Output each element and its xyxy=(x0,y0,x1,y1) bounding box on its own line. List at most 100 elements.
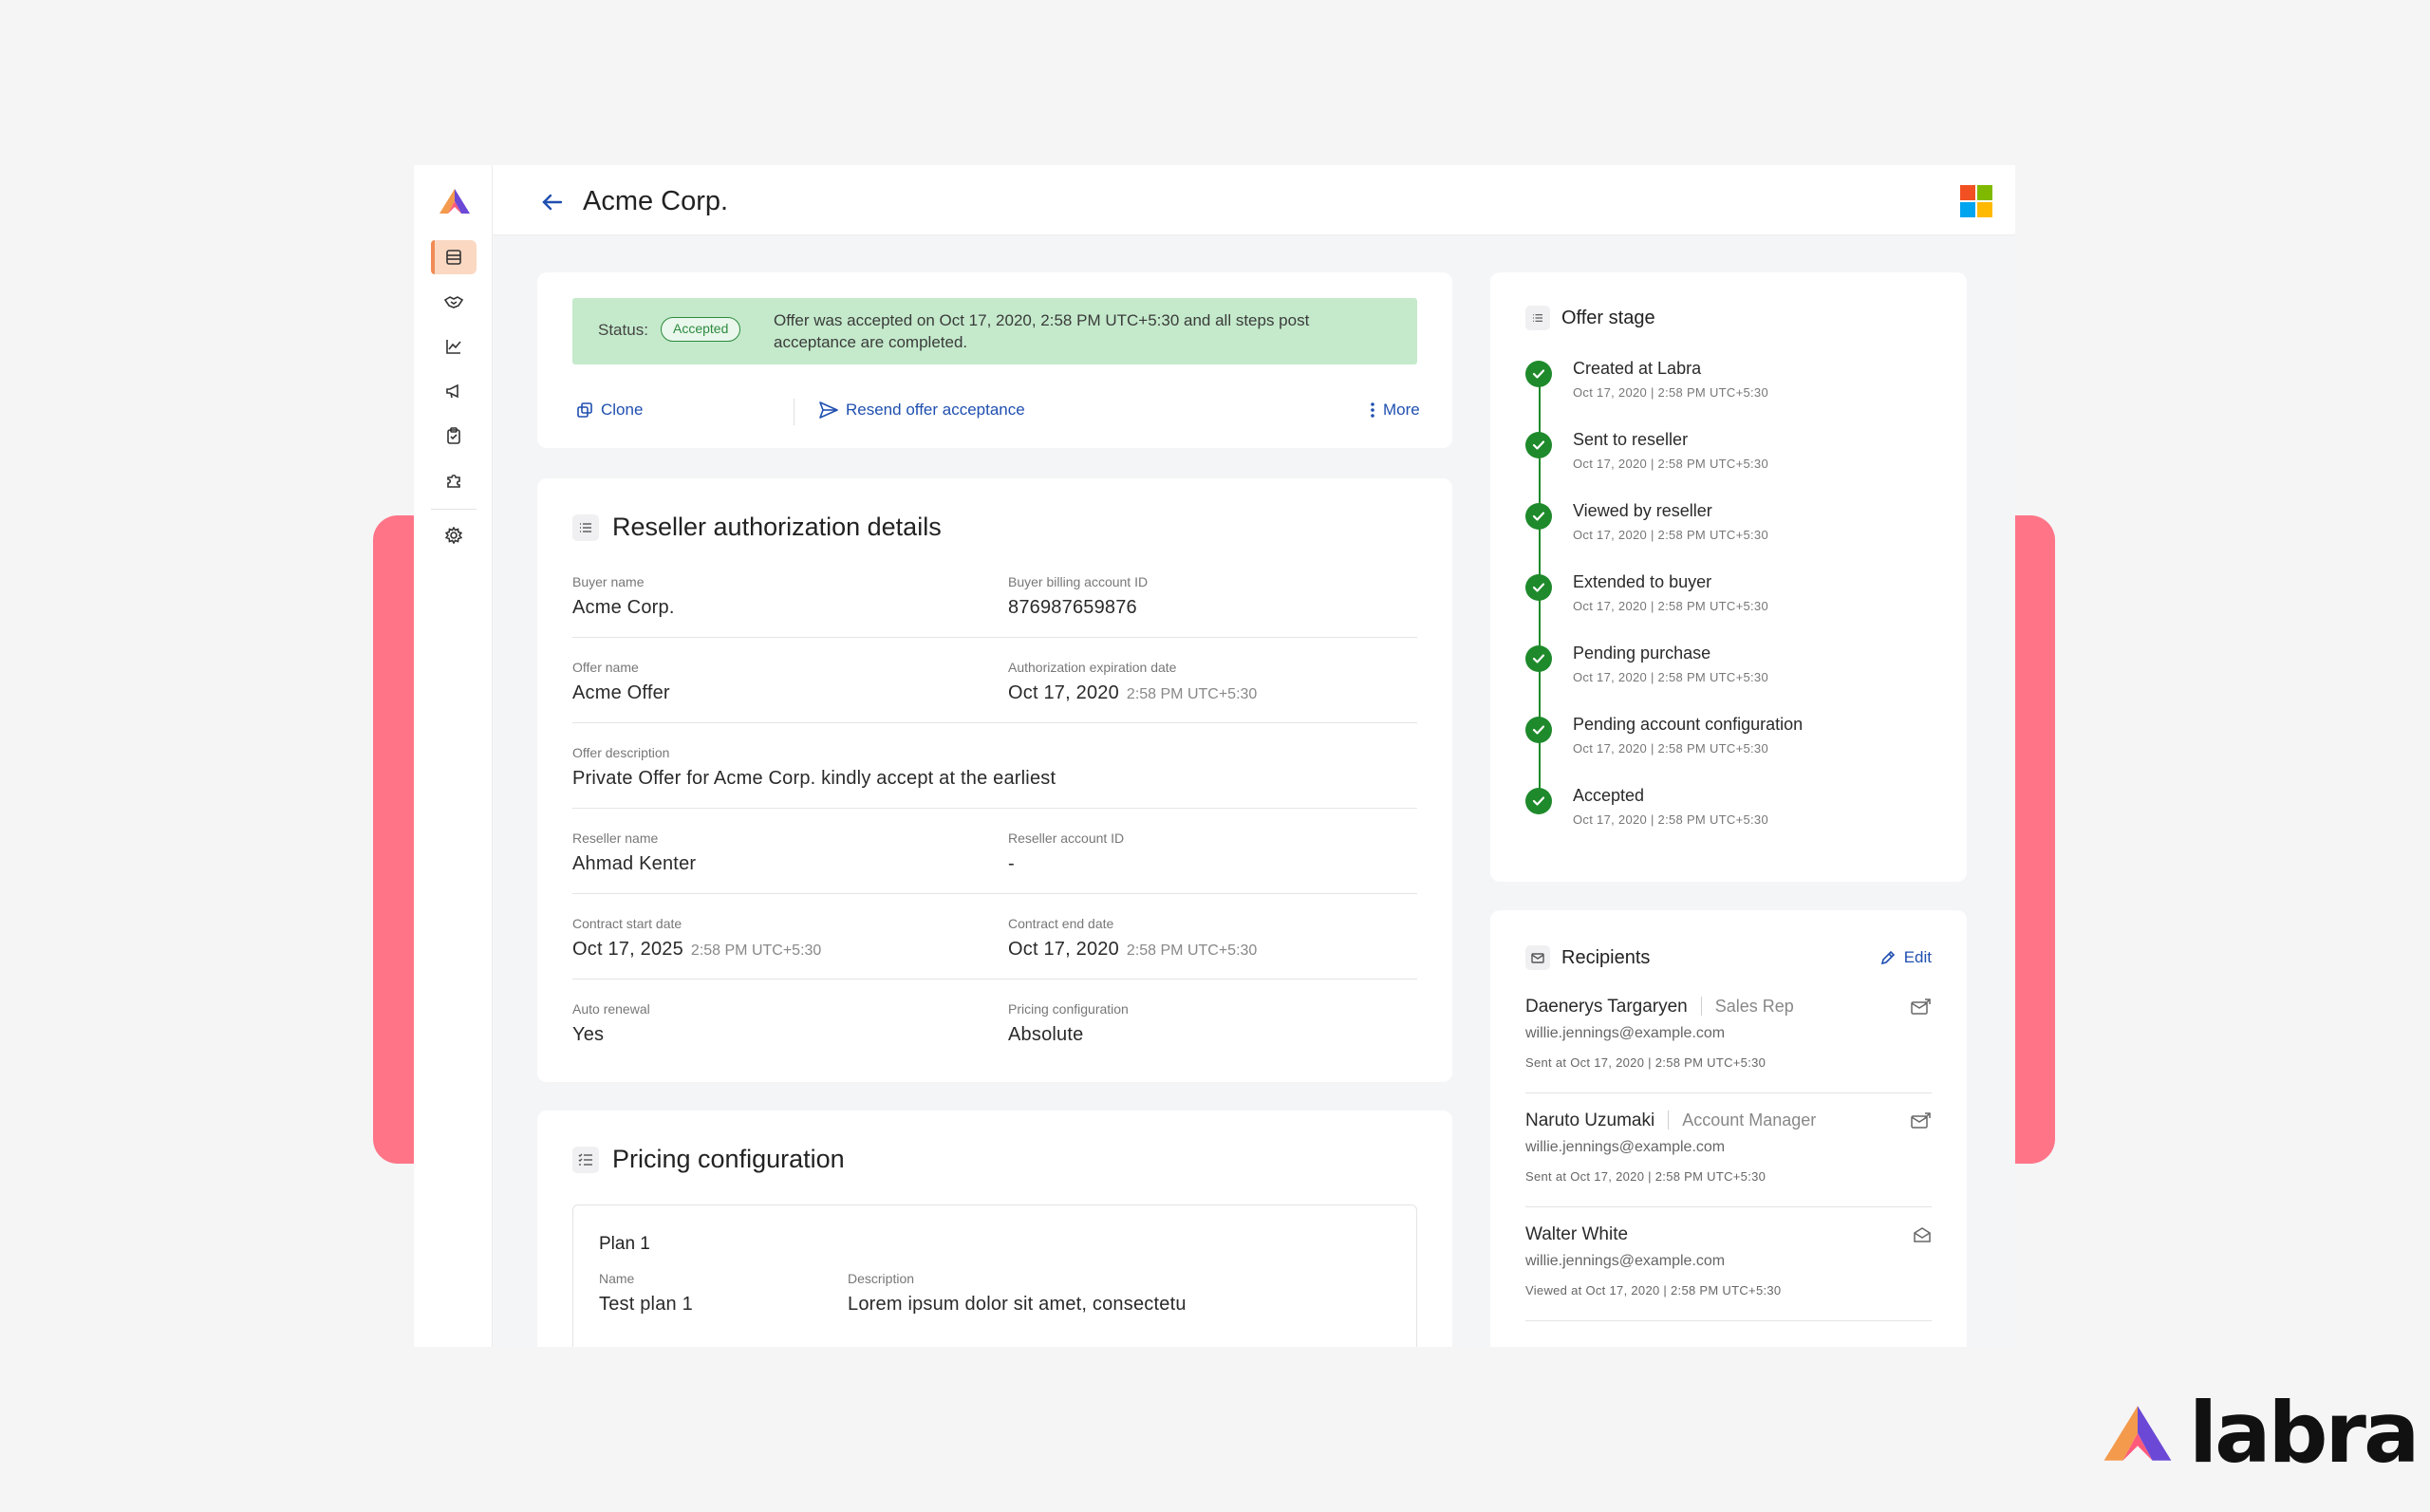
pencil-icon xyxy=(1880,950,1895,965)
buyer-billing-field: Buyer billing account ID 876987659876 xyxy=(1008,574,1149,618)
stage-name: Accepted xyxy=(1573,786,1645,805)
offer-description-field: Offer description Private Offer for Acme… xyxy=(572,745,1056,789)
reseller-details-card: Reseller authorization details Buyer nam… xyxy=(537,478,1452,1082)
sidebar-item-campaigns[interactable] xyxy=(431,374,477,408)
status-banner: Status: Accepted Offer was accepted on O… xyxy=(572,298,1417,364)
check-circle-icon xyxy=(1525,788,1552,814)
status-label: Status: xyxy=(598,321,648,339)
gear-icon xyxy=(445,527,462,544)
mail-sent-icon[interactable] xyxy=(1911,999,1932,1020)
auth-expiry-field: Authorization expiration date Oct 17, 20… xyxy=(1008,660,1258,703)
microsoft-logo-icon xyxy=(1960,185,1992,217)
plan-description-field: Description Lorem ipsum dolor sit amet, … xyxy=(848,1271,1187,1315)
stage-time: Oct 17, 2020 | 2:58 PM UTC+5:30 xyxy=(1573,670,1768,684)
recipient-name: Walter White xyxy=(1525,1224,1629,1244)
sidebar-divider xyxy=(431,509,477,510)
mail-icon xyxy=(1525,945,1550,970)
recipient-status-time: Sent at Oct 17, 2020 | 2:58 PM UTC+5:30 xyxy=(1525,1169,1766,1184)
details-title: Reseller authorization details xyxy=(612,513,942,541)
puzzle-icon xyxy=(447,474,460,488)
more-button[interactable]: More xyxy=(1370,401,1420,420)
check-circle-icon xyxy=(1525,432,1552,458)
recipient-name: Naruto Uzumaki xyxy=(1525,1111,1655,1130)
recipient-email: willie.jennings@example.com xyxy=(1525,1139,1726,1155)
contract-end-field: Contract end date Oct 17, 2020 2:58 PM UT… xyxy=(1008,916,1258,960)
app-window: Acme Corp. Status: Accepted Offer was ac… xyxy=(414,165,2015,1347)
stage-time: Oct 17, 2020 | 2:58 PM UTC+5:30 xyxy=(1573,812,1768,827)
check-circle-icon xyxy=(1525,574,1552,601)
offer-name-field: Offer name Acme Offer xyxy=(572,660,670,703)
clone-button[interactable]: Clone xyxy=(576,401,643,420)
stage-time: Oct 17, 2020 | 2:58 PM UTC+5:30 xyxy=(1573,599,1768,613)
recipient-email: willie.jennings@example.com xyxy=(1525,1253,1726,1269)
plan-box: Plan 1 Name Test plan 1 Description Lore… xyxy=(572,1204,1417,1347)
recipient-item: Daenerys Targaryen Sales Rep willie.jennin… xyxy=(1525,997,1932,1070)
recipient-status-time: Viewed at Oct 17, 2020 | 2:58 PM UTC+5:3… xyxy=(1525,1283,1782,1297)
sidebar-item-analytics[interactable] xyxy=(431,329,477,364)
stage-name: Extended to buyer xyxy=(1573,572,1712,591)
stage-time: Oct 17, 2020 | 2:58 PM UTC+5:30 xyxy=(1573,385,1768,400)
check-circle-icon xyxy=(1525,503,1552,530)
stage-title: Offer stage xyxy=(1561,307,1655,328)
stage-time: Oct 17, 2020 | 2:58 PM UTC+5:30 xyxy=(1573,528,1768,542)
page-header: Acme Corp. xyxy=(493,165,2015,235)
row-divider xyxy=(572,893,1417,894)
stage-name: Viewed by reseller xyxy=(1573,501,1712,520)
details-title-row: Reseller authorization details xyxy=(572,513,942,542)
sidebar-item-partners[interactable] xyxy=(431,285,477,319)
reseller-account-field: Reseller account ID - xyxy=(1008,831,1125,874)
stage-time: Oct 17, 2020 | 2:58 PM UTC+5:30 xyxy=(1573,457,1768,471)
labra-logo-icon[interactable] xyxy=(439,188,471,219)
labra-brand: labra xyxy=(2100,1391,2420,1475)
clone-label: Clone xyxy=(601,401,644,419)
contract-start-field: Contract start date Oct 17, 2025 2:58 PM … xyxy=(572,916,822,960)
recipients-title-row: Recipients xyxy=(1525,945,1650,970)
buyer-name-field: Buyer name Acme Corp. xyxy=(572,574,675,618)
sidebar-item-archive[interactable] xyxy=(431,240,477,274)
clipboard-check-icon xyxy=(447,427,460,444)
back-button[interactable] xyxy=(538,188,567,216)
list-icon xyxy=(1525,306,1550,330)
row-divider xyxy=(572,722,1417,723)
check-circle-icon xyxy=(1525,645,1552,672)
recipient-divider xyxy=(1525,1206,1932,1207)
status-message: Offer was accepted on Oct 17, 2020, 2:58… xyxy=(774,311,1310,351)
status-card: Status: Accepted Offer was accepted on O… xyxy=(537,272,1452,448)
mail-sent-icon[interactable] xyxy=(1911,1112,1932,1134)
offer-stage-card: Offer stage Created at Labra Oct 17, 2020… xyxy=(1490,272,1967,882)
checklist-icon xyxy=(572,1146,599,1173)
check-circle-icon xyxy=(1525,361,1552,387)
megaphone-icon xyxy=(446,383,458,399)
plan-name-field: Name Test plan 1 xyxy=(599,1271,693,1315)
sidebar-item-settings[interactable] xyxy=(431,518,477,552)
arrow-left-icon xyxy=(542,194,563,211)
recipient-name: Daenerys Targaryen xyxy=(1525,997,1688,1017)
recipient-role: Account Manager xyxy=(1668,1111,1817,1129)
sidebar-item-integrations[interactable] xyxy=(431,463,477,497)
recipient-role: Sales Rep xyxy=(1700,997,1794,1016)
reseller-name-field: Reseller name Ahmad Kenter xyxy=(572,831,697,874)
row-divider xyxy=(572,979,1417,980)
sidebar-item-tasks[interactable] xyxy=(431,419,477,453)
resend-offer-button[interactable]: Resend offer acceptance xyxy=(819,401,1025,420)
mail-open-icon[interactable] xyxy=(1913,1226,1932,1248)
check-circle-icon xyxy=(1525,717,1552,743)
handshake-icon xyxy=(444,296,463,308)
copy-icon xyxy=(577,402,592,418)
stage-name: Pending purchase xyxy=(1573,644,1711,663)
labra-logo-icon xyxy=(2103,1406,2172,1461)
more-vertical-icon xyxy=(1371,402,1374,418)
resend-offer-label: Resend offer acceptance xyxy=(846,401,1025,419)
stage-name: Sent to reseller xyxy=(1573,430,1689,449)
more-label: More xyxy=(1383,401,1420,419)
pricing-configuration-card: Pricing configuration Plan 1 Name Test p… xyxy=(537,1111,1452,1347)
row-divider xyxy=(572,808,1417,809)
stage-name: Created at Labra xyxy=(1573,359,1702,378)
edit-recipients-button[interactable]: Edit xyxy=(1879,948,1932,967)
edit-label: Edit xyxy=(1903,948,1932,966)
status-badge: Accepted xyxy=(661,317,741,342)
stage-title-row: Offer stage xyxy=(1525,306,1655,330)
pricing-config-field: Pricing configuration Absolute xyxy=(1008,1001,1129,1045)
list-icon xyxy=(572,513,599,541)
recipient-item: Naruto Uzumaki Account Manager willie.jenn… xyxy=(1525,1111,1932,1184)
